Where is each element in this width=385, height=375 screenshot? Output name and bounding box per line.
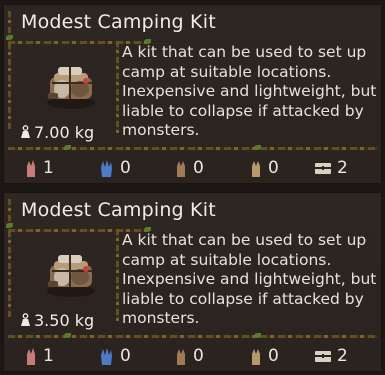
item-description: A kit that can be used to set up camp at… <box>122 43 377 139</box>
item-card: Modest Camping Kit 3.50 kg A kit that ca… <box>3 192 382 372</box>
vine-border-icon <box>116 229 119 321</box>
wind-hand-icon <box>252 161 260 177</box>
earth-hand-icon <box>177 349 185 365</box>
item-card: Modest Camping Kit 7.00 kg A kit that ca… <box>3 4 382 184</box>
stat-value: 0 <box>193 158 204 178</box>
stat-value: 1 <box>43 346 54 366</box>
item-description: A kit that can be used to set up camp at… <box>122 231 377 327</box>
leaf-icon <box>6 223 13 228</box>
stat-earth: 0 <box>174 341 204 371</box>
camping-kit-icon <box>40 53 102 115</box>
stat-storage: 2 <box>314 153 348 183</box>
item-title: Modest Camping Kit <box>21 11 216 33</box>
item-comparison-panel: Modest Camping Kit 7.00 kg A kit that ca… <box>0 0 385 375</box>
stat-wind: 0 <box>249 153 279 183</box>
wind-hand-icon <box>252 349 260 365</box>
leaf-icon <box>6 35 13 40</box>
leaf-icon <box>64 333 71 338</box>
weight-label: 3.50 kg <box>20 311 94 331</box>
leaf-icon <box>254 333 261 338</box>
item-stats: 1 0 0 0 2 <box>4 341 383 371</box>
stat-water: 0 <box>99 153 131 183</box>
stat-strength: 1 <box>24 341 54 371</box>
stat-storage: 2 <box>314 341 348 371</box>
item-title: Modest Camping Kit <box>21 199 216 221</box>
stat-water: 0 <box>99 341 131 371</box>
chest-icon <box>315 351 331 362</box>
stat-value: 2 <box>337 158 348 178</box>
vine-border-icon <box>116 41 119 133</box>
stat-strength: 1 <box>24 153 54 183</box>
chest-icon <box>315 163 331 174</box>
weight-icon <box>20 124 31 143</box>
stat-earth: 0 <box>174 153 204 183</box>
weight-icon <box>20 312 31 331</box>
stat-value: 0 <box>268 346 279 366</box>
stat-value: 2 <box>337 346 348 366</box>
strength-hand-icon <box>27 160 35 177</box>
stat-value: 0 <box>193 346 204 366</box>
stat-value: 0 <box>120 346 131 366</box>
weight-label: 7.00 kg <box>20 123 94 143</box>
stat-value: 1 <box>43 158 54 178</box>
weight-value: 7.00 kg <box>34 123 95 142</box>
strength-hand-icon <box>27 348 35 365</box>
earth-hand-icon <box>177 161 185 177</box>
vine-border-icon <box>8 11 11 129</box>
weight-value: 3.50 kg <box>34 311 95 330</box>
item-stats: 1 0 0 0 2 <box>4 153 383 183</box>
camping-kit-icon <box>40 241 102 303</box>
stat-wind: 0 <box>249 341 279 371</box>
leaf-icon <box>64 145 71 150</box>
leaf-icon <box>254 145 261 150</box>
stat-value: 0 <box>120 158 131 178</box>
water-hand-icon <box>101 348 112 365</box>
water-hand-icon <box>101 160 112 177</box>
vine-border-icon <box>8 199 11 317</box>
stat-value: 0 <box>268 158 279 178</box>
